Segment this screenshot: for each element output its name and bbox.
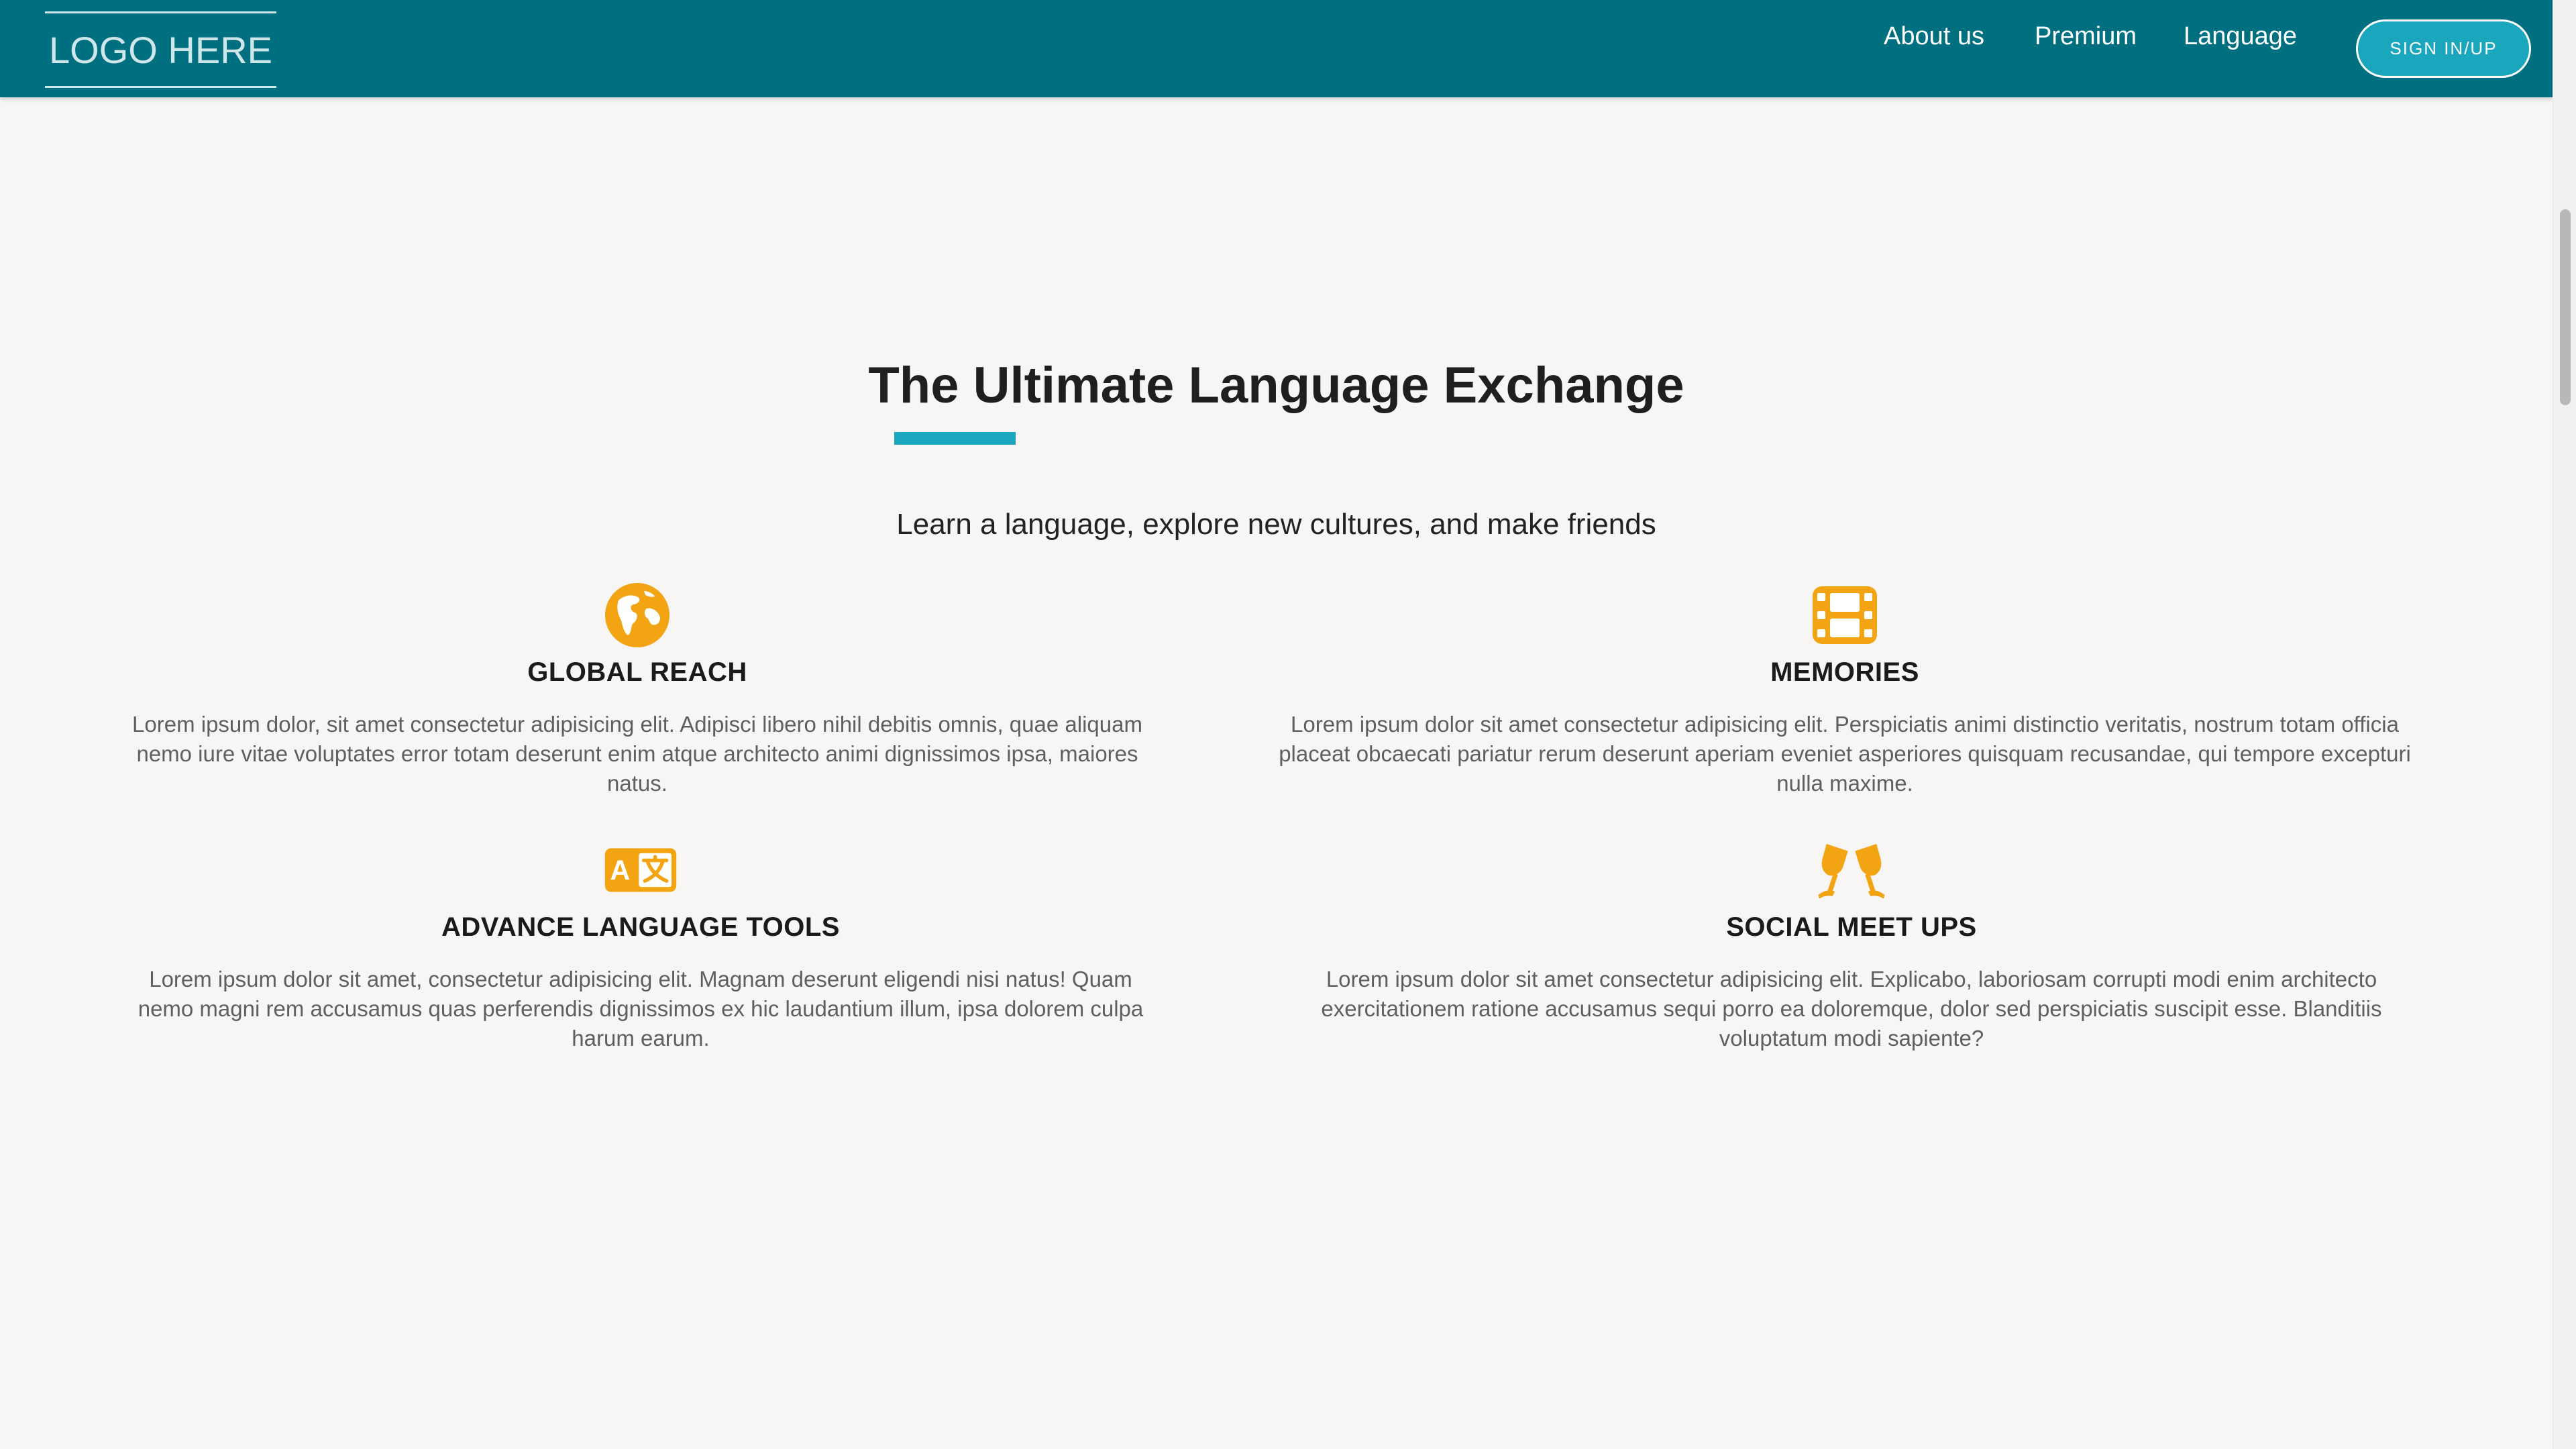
title-underline: [894, 432, 1016, 445]
feature-description: Lorem ipsum dolor, sit amet consectetur …: [132, 712, 1142, 796]
feature-social-meet-ups: SOCIAL MEET UPS Lorem ipsum dolor sit am…: [1298, 833, 2405, 1053]
translate-icon: A: [604, 833, 678, 907]
feature-global-reach: GLOBAL REACH Lorem ipsum dolor, sit amet…: [127, 578, 1147, 798]
logo[interactable]: LOGO HERE: [45, 11, 276, 88]
feature-description: Lorem ipsum dolor sit amet consectetur a…: [1279, 712, 2411, 796]
feature-description: Lorem ipsum dolor sit amet consectetur a…: [1321, 967, 2382, 1051]
feature-title: GLOBAL REACH: [527, 657, 747, 687]
nav-link-about-us[interactable]: About us: [1884, 17, 1984, 55]
navbar: LOGO HERE About us Premium Language SIGN…: [0, 0, 2553, 97]
svg-text:A: A: [610, 854, 630, 885]
page-title: The Ultimate Language Exchange: [868, 357, 1684, 414]
globe-icon: [600, 578, 674, 652]
page-subtitle: Learn a language, explore new cultures, …: [896, 508, 1656, 541]
nav-link-language[interactable]: Language: [2184, 17, 2297, 55]
glasses-cheers-icon: [1815, 833, 1888, 907]
feature-advance-language-tools: A ADVANCE LANGUAGE TOOLS Lorem ipsum dol…: [134, 833, 1147, 1053]
feature-title: MEMORIES: [1770, 657, 1919, 687]
page: LOGO HERE About us Premium Language SIGN…: [0, 0, 2576, 1449]
feature-memories: MEMORIES Lorem ipsum dolor sit amet cons…: [1275, 578, 2415, 798]
film-icon: [1808, 578, 1882, 652]
feature-title: ADVANCE LANGUAGE TOOLS: [441, 912, 840, 942]
nav-link-premium[interactable]: Premium: [2035, 17, 2137, 55]
feature-title: SOCIAL MEET UPS: [1726, 912, 1977, 942]
sign-in-up-button[interactable]: SIGN IN/UP: [2356, 19, 2531, 78]
feature-description: Lorem ipsum dolor sit amet, consectetur …: [138, 967, 1144, 1051]
scrollbar[interactable]: [2553, 0, 2576, 1449]
scrollbar-thumb[interactable]: [2560, 209, 2571, 405]
